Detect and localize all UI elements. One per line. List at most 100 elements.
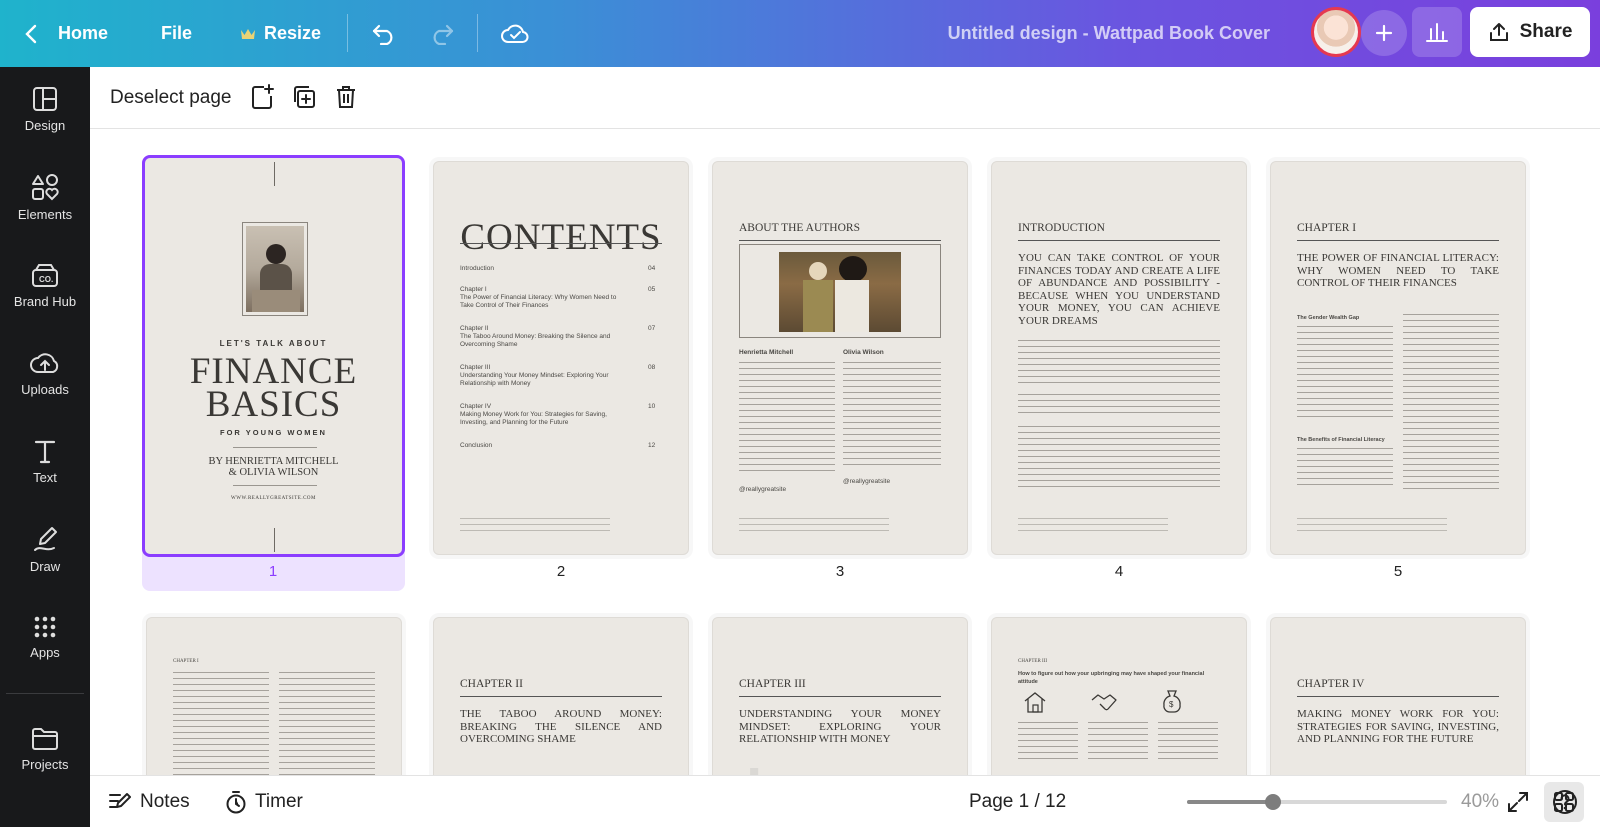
help-icon bbox=[1553, 790, 1577, 814]
chapter-lead: How to figure out how your upbringing ma… bbox=[1018, 671, 1205, 685]
zoom-slider-fill bbox=[1187, 800, 1273, 804]
sidebar-item-apps[interactable]: Apps bbox=[0, 597, 90, 677]
insights-button[interactable] bbox=[1412, 7, 1462, 57]
notes-button[interactable]: Notes bbox=[108, 776, 190, 827]
page-thumbnail-8[interactable]: CHAPTER III UNDERSTANDING YOUR MONEY MIN… bbox=[712, 617, 968, 775]
body-text bbox=[1297, 326, 1393, 418]
plus-icon bbox=[1375, 24, 1393, 42]
page-indicator[interactable]: Page 1 / 12 bbox=[969, 776, 1066, 827]
brand-hub-icon: CO. bbox=[32, 263, 58, 287]
zoom-level[interactable]: 40% bbox=[1461, 776, 1499, 827]
author-name-2: Olivia Wilson bbox=[843, 349, 884, 356]
page-thumbnail-1[interactable]: LET'S TALK ABOUT FINANCE BASICS FOR YOUN… bbox=[142, 155, 405, 557]
deselect-page-button[interactable]: Deselect page bbox=[110, 67, 231, 129]
timer-button[interactable]: Timer bbox=[225, 776, 303, 827]
add-collaborator-button[interactable] bbox=[1361, 10, 1407, 56]
zoom-slider-handle[interactable] bbox=[1264, 794, 1281, 810]
sidebar-item-label: Design bbox=[24, 117, 66, 133]
sidebar-item-draw[interactable]: Draw bbox=[0, 509, 90, 589]
chevron-left-icon bbox=[25, 24, 37, 43]
cover-website: WWW.REALLYGREATSITE.COM bbox=[231, 496, 316, 501]
design-icon bbox=[33, 86, 57, 111]
undo-button[interactable] bbox=[371, 0, 397, 67]
toc-page: 07 bbox=[648, 325, 656, 332]
page-thumbnail-4[interactable]: INTRODUCTION YOU CAN TAKE CONTROL OF YOU… bbox=[991, 161, 1247, 555]
redo-button[interactable] bbox=[429, 0, 455, 67]
contents-title: CONTENTS bbox=[460, 217, 662, 258]
delete-page-button[interactable] bbox=[331, 82, 361, 112]
share-button[interactable]: Share bbox=[1470, 7, 1590, 57]
intro-lead: YOU CAN TAKE CONTROL OF YOUR FINANCES TO… bbox=[1018, 252, 1220, 327]
cover-authors-line-2: & OLIVIA WILSON bbox=[228, 467, 319, 478]
authors-photo bbox=[739, 244, 941, 338]
sidebar-item-brand-hub[interactable]: CO. Brand Hub bbox=[0, 245, 90, 325]
body-text bbox=[279, 672, 375, 775]
svg-text:$: $ bbox=[1169, 700, 1174, 709]
section-heading: The Benefits of Financial Literacy bbox=[1297, 437, 1385, 443]
house-icon bbox=[1024, 692, 1046, 713]
body-text bbox=[1088, 722, 1148, 762]
page-grid: LET'S TALK ABOUT FINANCE BASICS FOR YOUN… bbox=[90, 129, 1600, 775]
fullscreen-button[interactable] bbox=[1507, 776, 1529, 827]
uploads-icon bbox=[30, 352, 59, 373]
toc-entry: Chapter IV Making Money Work for You: St… bbox=[460, 403, 607, 426]
chapter-lead: THE POWER OF FINANCIAL LITERACY: WHY WOM… bbox=[1297, 252, 1499, 289]
share-label: Share bbox=[1519, 21, 1573, 42]
design-title[interactable]: Untitled design - Wattpad Book Cover bbox=[948, 0, 1270, 67]
timer-icon bbox=[226, 791, 246, 814]
notes-icon bbox=[109, 793, 131, 808]
cover-title-line-2: BASICS bbox=[205, 384, 342, 425]
page-footer bbox=[739, 518, 889, 532]
sidebar-item-design[interactable]: Design bbox=[0, 69, 90, 149]
toc-page: 10 bbox=[648, 403, 656, 410]
redo-icon bbox=[433, 24, 454, 45]
page-thumbnail-7[interactable]: CHAPTER II THE TABOO AROUND MONEY: BREAK… bbox=[433, 617, 689, 775]
top-bar: Home File Resize Untitled design - Wattp… bbox=[0, 0, 1600, 67]
app-window: { "topbar": { "home_label": "Home", "fil… bbox=[0, 0, 1600, 827]
zoom-slider[interactable] bbox=[1187, 794, 1447, 810]
body-text bbox=[1297, 448, 1393, 490]
duplicate-page-button[interactable] bbox=[289, 82, 319, 112]
sidebar-divider bbox=[6, 693, 84, 694]
sidebar-item-projects[interactable]: Projects bbox=[0, 709, 90, 789]
page-number-3: 3 bbox=[835, 563, 845, 580]
help-button[interactable] bbox=[1552, 776, 1578, 827]
page-thumbnail-2[interactable]: CONTENTS Introduction 04 Chapter I The P… bbox=[433, 161, 689, 555]
sidebar-item-elements[interactable]: Elements bbox=[0, 157, 90, 237]
home-button[interactable]: Home bbox=[24, 0, 108, 67]
add-page-icon bbox=[252, 84, 274, 109]
page-number-4: 4 bbox=[1114, 563, 1124, 580]
timer-label: Timer bbox=[255, 791, 303, 812]
sidebar-item-uploads[interactable]: Uploads bbox=[0, 333, 90, 413]
chapter-title: CHAPTER II bbox=[460, 678, 523, 690]
projects-icon bbox=[32, 727, 58, 750]
cloud-check-icon bbox=[501, 24, 529, 43]
avatar[interactable] bbox=[1311, 7, 1361, 57]
undo-icon bbox=[372, 24, 393, 45]
sidebar-item-text[interactable]: Text bbox=[0, 421, 90, 501]
divider bbox=[347, 14, 348, 52]
resize-label: Resize bbox=[264, 23, 322, 43]
divider bbox=[477, 14, 478, 52]
page-thumbnail-5[interactable]: CHAPTER I THE POWER OF FINANCIAL LITERAC… bbox=[1270, 161, 1526, 555]
file-label: File bbox=[161, 23, 193, 43]
about-title: ABOUT THE AUTHORS bbox=[739, 222, 860, 234]
chapter-lead: THE TABOO AROUND MONEY: BREAKING THE SIL… bbox=[460, 708, 662, 745]
save-status-button[interactable] bbox=[501, 0, 529, 67]
expand-icon bbox=[1508, 792, 1528, 812]
chapter-lead: UNDERSTANDING YOUR MONEY MINDSET: EXPLOR… bbox=[739, 708, 941, 745]
add-page-button[interactable] bbox=[247, 82, 277, 112]
file-menu-button[interactable]: File bbox=[161, 0, 192, 67]
cover-kicker: LET'S TALK ABOUT bbox=[219, 339, 328, 348]
page-thumbnail-10[interactable]: CHAPTER IV MAKING MONEY WORK FOR YOU: ST… bbox=[1270, 617, 1526, 775]
toc-page: 12 bbox=[648, 442, 656, 449]
page-thumbnail-9[interactable]: CHAPTER III How to figure out how your u… bbox=[991, 617, 1247, 775]
resize-button[interactable]: Resize bbox=[240, 0, 321, 67]
author-handle-1: @reallygreatsite bbox=[739, 486, 787, 493]
page-thumbnail-6[interactable]: CHAPTER I bbox=[146, 617, 402, 775]
crown-icon bbox=[241, 28, 255, 39]
body-text bbox=[1018, 394, 1220, 416]
page-thumbnail-3[interactable]: ABOUT THE AUTHORS Henrietta Mitchell Oli… bbox=[712, 161, 968, 555]
bar-chart-icon bbox=[1426, 23, 1448, 42]
toc-entry: Chapter I The Power of Financial Literac… bbox=[460, 286, 617, 309]
